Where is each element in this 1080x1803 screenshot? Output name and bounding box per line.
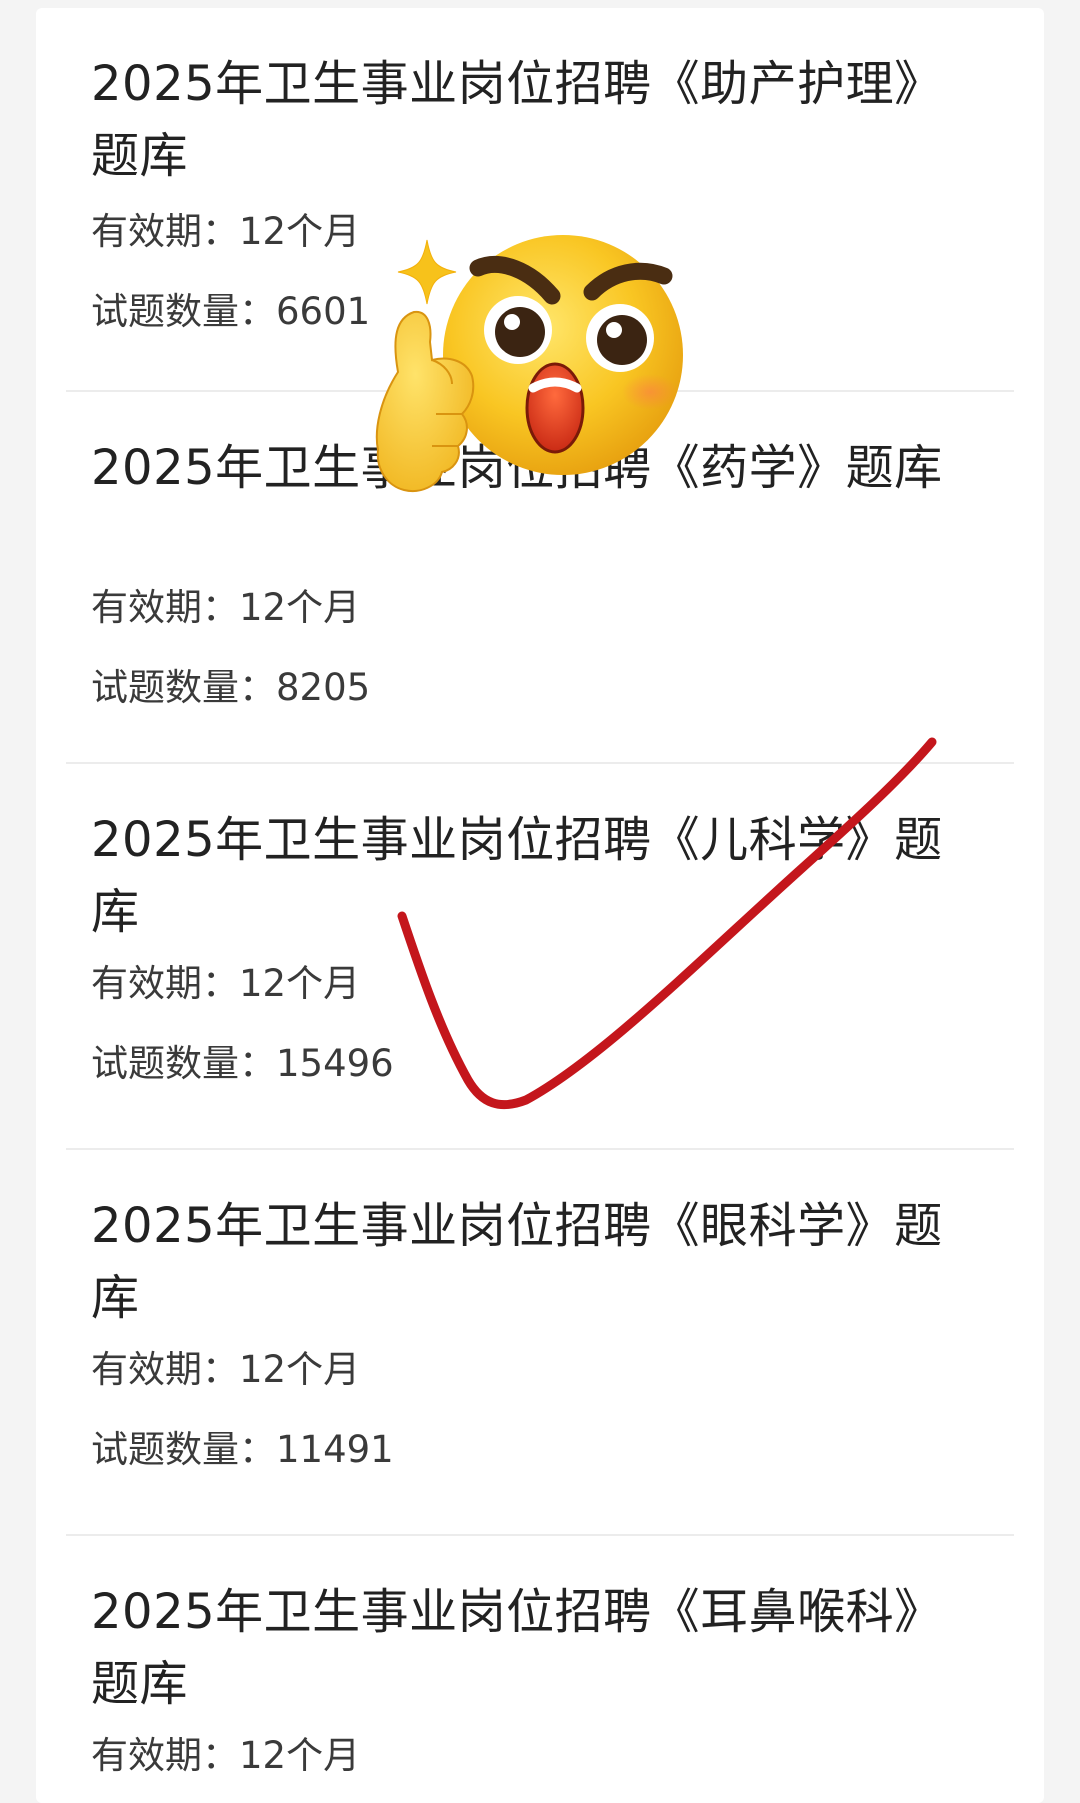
item-title: 2025年卫生事业岗位招聘《助产护理》题库: [91, 56, 943, 184]
question-bank-list: 2025年卫生事业岗位招聘《助产护理》题库 有效期：12个月 试题数量：6601…: [36, 8, 1044, 1803]
validity-text: 有效期：12个月: [91, 1734, 361, 1777]
validity-text: 有效期：12个月: [91, 962, 361, 1005]
list-item[interactable]: 2025年卫生事业岗位招聘《耳鼻喉科》题库 有效期：12个月: [66, 1536, 1014, 1803]
validity-text: 有效期：12个月: [91, 586, 361, 629]
list-item[interactable]: 2025年卫生事业岗位招聘《儿科学》题库 有效期：12个月 试题数量：15496: [66, 764, 1014, 1150]
question-count-text: 试题数量：11491: [91, 1428, 394, 1471]
item-title: 2025年卫生事业岗位招聘《儿科学》题库: [91, 812, 943, 940]
list-item[interactable]: 2025年卫生事业岗位招聘《药学》题库 有效期：12个月 试题数量：8205: [66, 392, 1014, 764]
list-item[interactable]: 2025年卫生事业岗位招聘《助产护理》题库 有效期：12个月 试题数量：6601: [66, 8, 1014, 392]
item-title: 2025年卫生事业岗位招聘《药学》题库: [91, 440, 943, 496]
question-count-text: 试题数量：6601: [91, 290, 371, 333]
validity-text: 有效期：12个月: [91, 1348, 361, 1391]
item-title: 2025年卫生事业岗位招聘《耳鼻喉科》题库: [91, 1584, 943, 1712]
question-count-text: 试题数量：8205: [91, 666, 371, 709]
item-title: 2025年卫生事业岗位招聘《眼科学》题库: [91, 1198, 943, 1326]
list-item[interactable]: 2025年卫生事业岗位招聘《眼科学》题库 有效期：12个月 试题数量：11491: [66, 1150, 1014, 1536]
validity-text: 有效期：12个月: [91, 210, 361, 253]
question-count-text: 试题数量：15496: [91, 1042, 394, 1085]
